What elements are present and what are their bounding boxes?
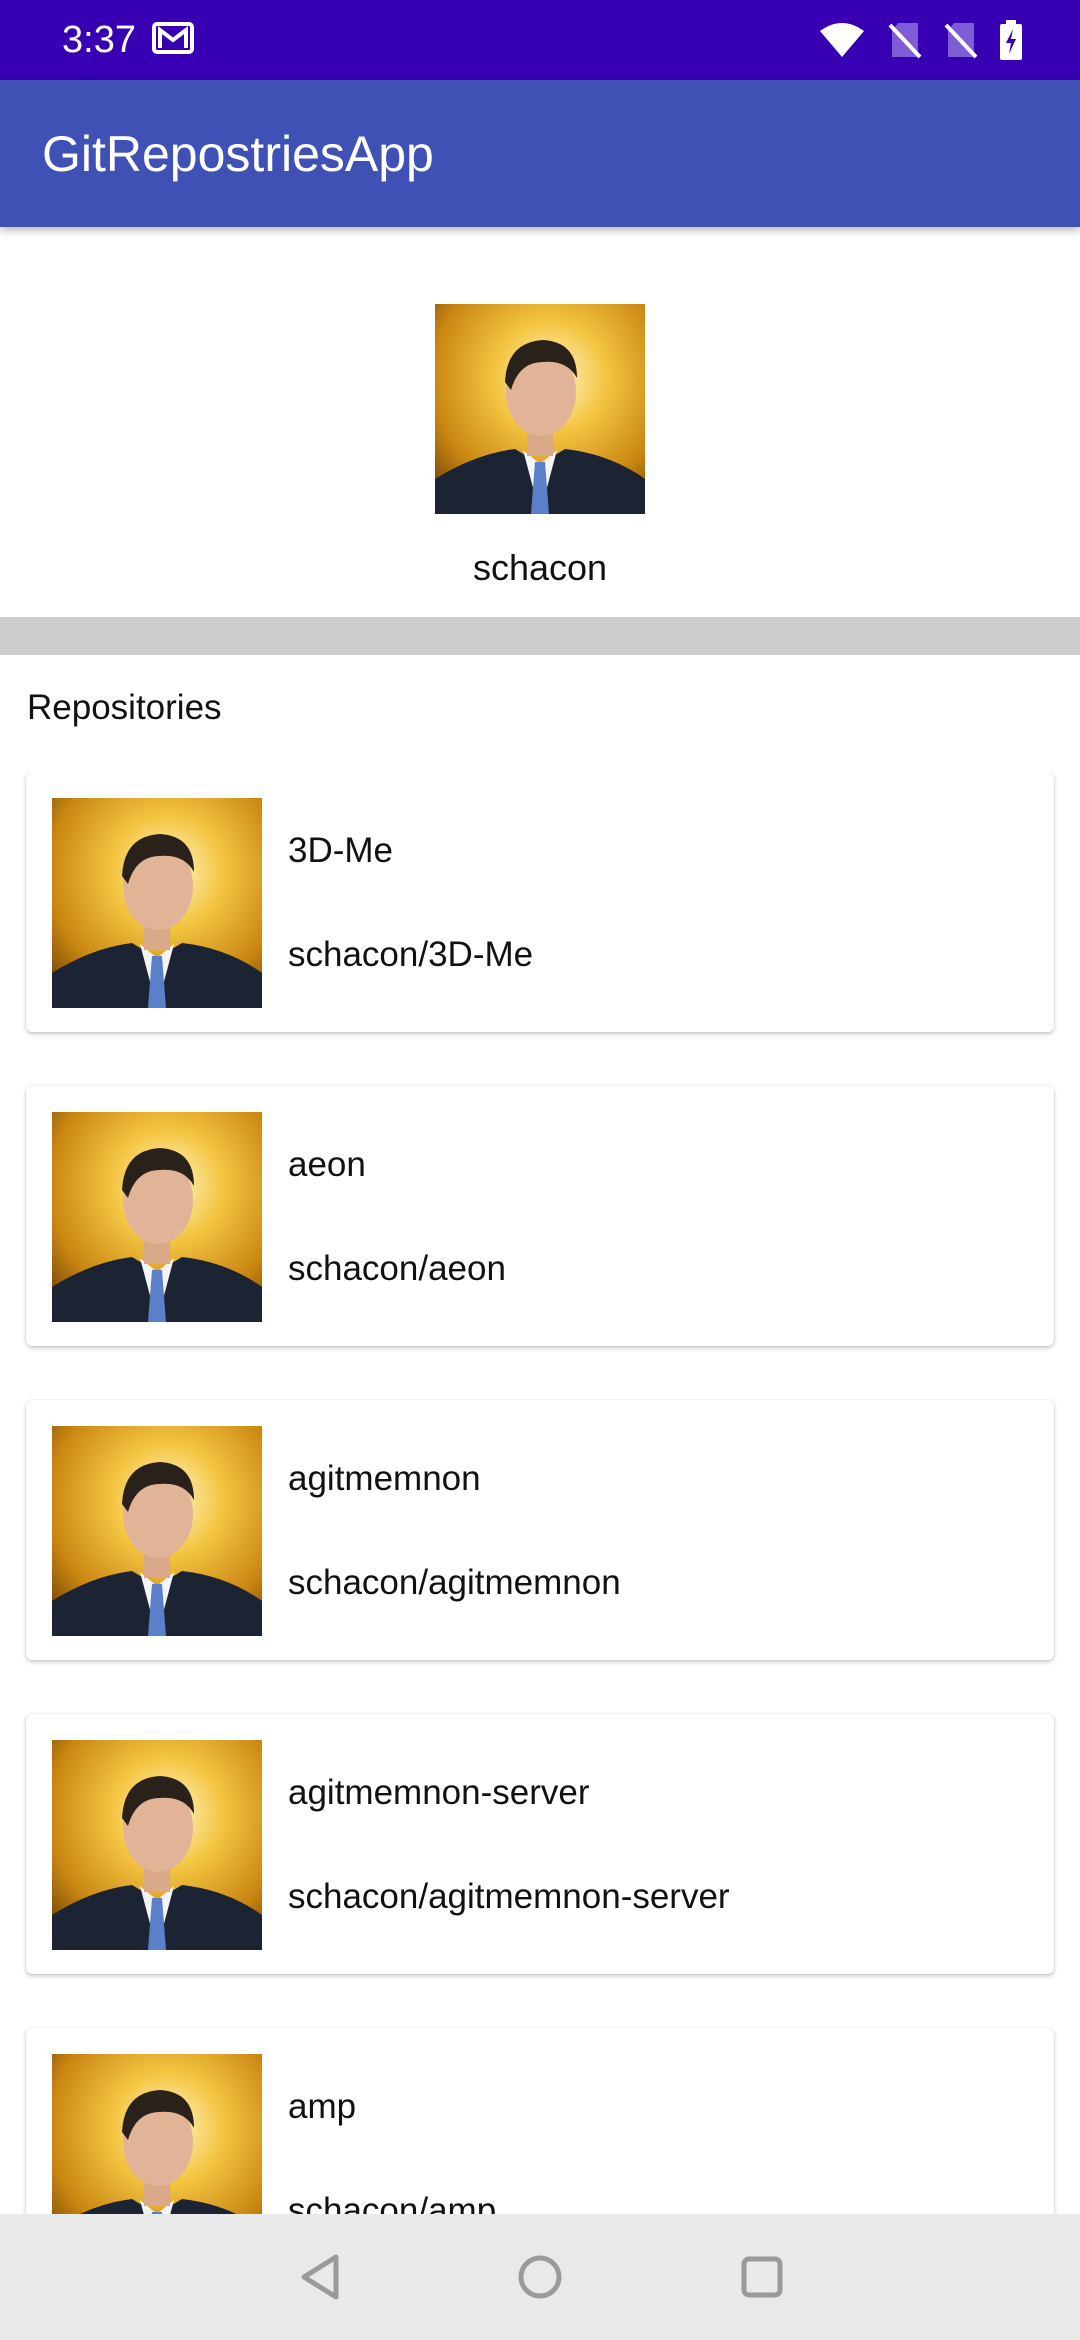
repository-full-name: schacon/agitmemnon (288, 1563, 621, 1602)
repository-name: amp (288, 2087, 357, 2126)
repository-name: 3D-Me (288, 831, 394, 870)
repository-list[interactable]: 3D-Me schacon/3D-Me aeon schacon/aeon ag… (0, 772, 1080, 2214)
repository-card[interactable]: amp schacon/amp (26, 2028, 1054, 2214)
repository-card[interactable]: agitmemnon-server schacon/agitmemnon-ser… (26, 1714, 1054, 1974)
status-bar: 3:37 (0, 0, 1080, 80)
repository-name: agitmemnon (288, 1459, 481, 1498)
navigation-bar (0, 2214, 1080, 2340)
no-sim-icon (944, 21, 978, 59)
repository-name: aeon (288, 1145, 366, 1184)
repository-owner-avatar (52, 2054, 262, 2214)
repository-owner-avatar (52, 798, 262, 1008)
section-divider (0, 617, 1080, 655)
wifi-icon (818, 21, 866, 59)
repositories-heading: Repositories (27, 688, 222, 727)
repository-name: agitmemnon-server (288, 1773, 590, 1812)
repository-full-name: schacon/aeon (288, 1249, 506, 1288)
battery-charging-icon (1000, 20, 1022, 60)
repository-card[interactable]: aeon schacon/aeon (26, 1086, 1054, 1346)
repository-owner-avatar (52, 1426, 262, 1636)
back-icon[interactable] (290, 2247, 350, 2307)
repository-card[interactable]: 3D-Me schacon/3D-Me (26, 772, 1054, 1032)
home-icon[interactable] (510, 2247, 570, 2307)
app-bar: GitRepostriesApp (0, 80, 1080, 227)
repository-full-name: schacon/agitmemnon-server (288, 1877, 730, 1916)
repository-full-name: schacon/amp (288, 2191, 497, 2214)
profile-header: schacon (0, 227, 1080, 617)
repository-card[interactable]: agitmemnon schacon/agitmemnon (26, 1400, 1054, 1660)
recents-icon[interactable] (732, 2247, 792, 2307)
gmail-icon (152, 20, 194, 56)
repository-owner-avatar (52, 1740, 262, 1950)
repository-full-name: schacon/3D-Me (288, 935, 534, 974)
status-time: 3:37 (62, 19, 136, 61)
repository-owner-avatar (52, 1112, 262, 1322)
no-sim-icon (888, 21, 922, 59)
profile-username: schacon (472, 547, 608, 588)
app-title: GitRepostriesApp (42, 126, 434, 182)
profile-avatar[interactable] (435, 304, 645, 514)
